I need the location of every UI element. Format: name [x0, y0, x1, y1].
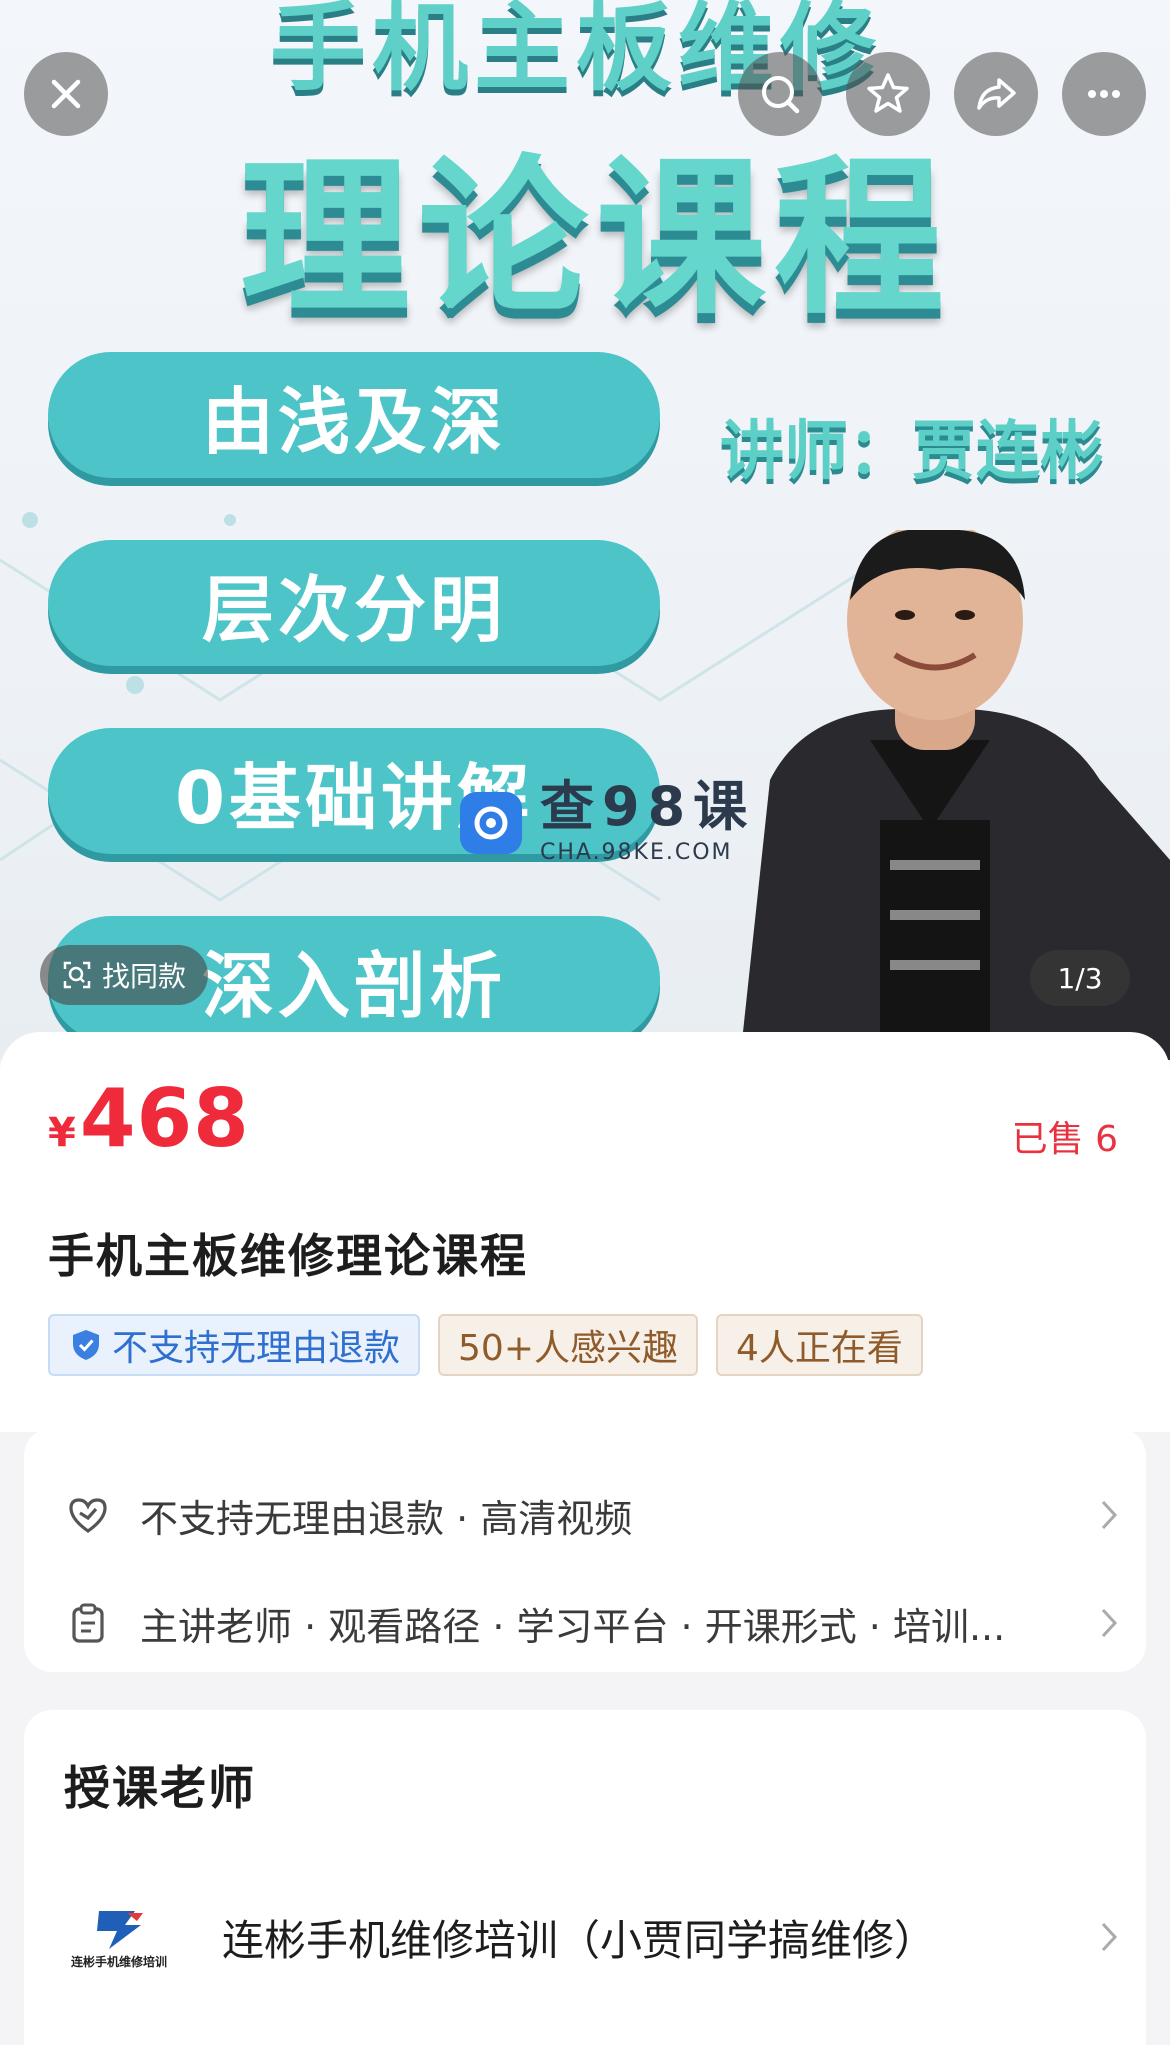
price-value: 468 — [79, 1072, 250, 1165]
service-info-card: 不支持无理由退款 · 高清视频 主讲老师 · 观看路径 · 学习平台 · 开课形… — [24, 1428, 1146, 1672]
chevron-right-icon — [1094, 1495, 1124, 1535]
close-button[interactable] — [24, 52, 108, 136]
heart-shield-icon — [64, 1491, 112, 1539]
close-icon — [51, 79, 81, 109]
watermark: 查98课 CHA.98KE.COM — [460, 780, 755, 865]
teacher-row[interactable]: 连彬手机维修培训 连彬手机维修培训（小贾同学搞维修） — [64, 1882, 1124, 1992]
teacher-heading: 授课老师 — [64, 1761, 256, 1815]
favorite-button[interactable] — [846, 52, 930, 136]
service-row[interactable]: 不支持无理由退款 · 高清视频 — [64, 1480, 1124, 1550]
chevron-right-icon — [1094, 1917, 1124, 1957]
share-button[interactable] — [954, 52, 1038, 136]
price-currency: ¥ — [48, 1110, 76, 1156]
viewing-label: 4人正在看 — [736, 1328, 903, 1369]
watermark-text: 查98课 — [540, 775, 756, 838]
hero-pill: 由浅及深 — [48, 352, 660, 478]
more-button[interactable] — [1062, 52, 1146, 136]
teacher-logo-text: 连彬手机维修培训 — [70, 1954, 167, 1969]
details-row-text: 主讲老师 · 观看路径 · 学习平台 · 开课形式 · 培训... — [140, 1604, 1006, 1649]
refund-policy-label: 不支持无理由退款 — [112, 1328, 401, 1369]
clipboard-icon — [64, 1599, 112, 1647]
more-icon — [1088, 90, 1120, 98]
image-pager: 1/3 — [1030, 950, 1130, 1006]
scan-search-icon — [63, 961, 91, 989]
logo-mark-icon — [97, 1910, 143, 1949]
interest-tag: 50+人感兴趣 — [438, 1314, 698, 1376]
viewing-tag: 4人正在看 — [716, 1314, 923, 1376]
hero-teacher-line: 讲师：贾连彬 — [720, 415, 1104, 489]
share-icon — [977, 78, 1016, 110]
search-icon — [762, 76, 800, 114]
details-row[interactable]: 主讲老师 · 观看路径 · 学习平台 · 开课形式 · 培训... — [64, 1588, 1124, 1658]
watermark-logo-icon — [460, 791, 522, 854]
tag-list: 不支持无理由退款 50+人感兴趣 4人正在看 — [48, 1314, 923, 1376]
teacher-name: 连彬手机维修培训（小贾同学搞维修） — [222, 1915, 937, 1965]
teacher-card: 授课老师 连彬手机维修培训 连彬手机维修培训（小贾同学搞维修） — [24, 1710, 1146, 2045]
hero-title: 理论课程 — [240, 140, 953, 338]
service-row-text: 不支持无理由退款 · 高清视频 — [140, 1496, 633, 1541]
product-title: 手机主板维修理论课程 — [48, 1229, 528, 1283]
chevron-right-icon — [1094, 1603, 1124, 1643]
search-button[interactable] — [738, 52, 822, 136]
shield-check-icon — [73, 1330, 99, 1360]
refund-policy-tag[interactable]: 不支持无理由退款 — [48, 1314, 421, 1376]
find-same-label: 找同款 — [102, 960, 187, 993]
watermark-subtext: CHA.98KE.COM — [540, 840, 733, 865]
star-icon — [867, 73, 909, 113]
find-same-button[interactable]: 找同款 — [40, 945, 209, 1005]
interest-label: 50+人感兴趣 — [458, 1328, 678, 1369]
hero-pill: 层次分明 — [48, 540, 660, 666]
product-image[interactable]: 手机主板维修 理论课程 由浅及深 层次分明 0基础讲解 深入剖析 讲师：贾连彬 … — [0, 0, 1170, 1060]
price: ¥ 468 — [48, 1072, 250, 1165]
teacher-logo: 连彬手机维修培训 — [64, 1897, 174, 1977]
sold-count: 已售 6 — [1011, 1119, 1118, 1160]
